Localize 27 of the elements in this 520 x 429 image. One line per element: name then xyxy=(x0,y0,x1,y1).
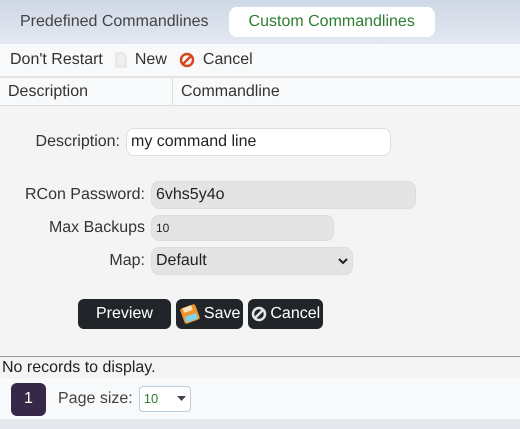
empty-message: No records to display. xyxy=(0,357,520,379)
tab[interactable]: Predefined Commandlines xyxy=(8,7,221,37)
ban-icon xyxy=(178,52,195,68)
page-size-select[interactable]: 10 xyxy=(138,386,191,412)
new-button[interactable]: New xyxy=(114,48,167,72)
field-label: Description: xyxy=(34,132,120,152)
tab[interactable]: Custom Commandlines xyxy=(228,7,435,37)
field-label: Map: xyxy=(108,251,145,271)
description-field[interactable]: my command line xyxy=(126,128,391,156)
preview-button[interactable]: Preview xyxy=(78,299,171,329)
document-icon xyxy=(114,52,127,68)
cancel-button[interactable]: Cancel xyxy=(178,48,253,72)
field-label: Max Backups xyxy=(48,218,145,238)
column-header: Commandline xyxy=(180,82,281,102)
column-header: Description xyxy=(0,78,173,105)
field-label: RCon Password: xyxy=(24,185,145,205)
save-button[interactable]: Save xyxy=(176,299,244,329)
chevron-down-icon xyxy=(338,257,348,265)
map-select[interactable]: Default xyxy=(151,247,353,275)
password-field[interactable]: 6vhs5y4o xyxy=(151,181,416,209)
page-size-label: Page size: xyxy=(58,389,133,409)
caret-down-icon xyxy=(176,396,186,402)
page-button[interactable]: 1 xyxy=(11,382,46,416)
ban-icon xyxy=(251,306,268,322)
toolbar-button[interactable]: Don't Restart xyxy=(10,48,103,72)
cancel-button[interactable]: Cancel xyxy=(248,299,324,329)
backups-field[interactable]: 10 xyxy=(151,215,334,241)
